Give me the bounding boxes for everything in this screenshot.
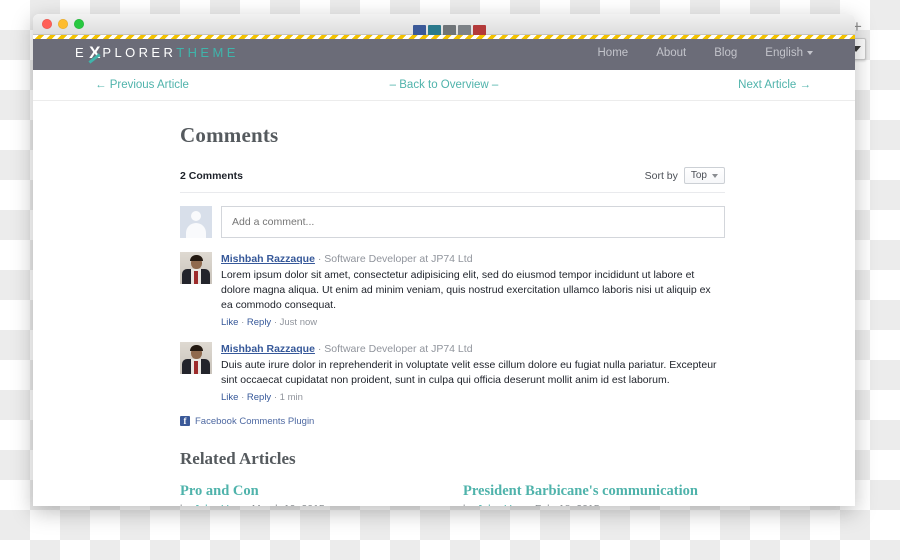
by-label: by — [463, 503, 474, 506]
comment-text: Lorem ipsum dolor sit amet, consectetur … — [221, 269, 711, 311]
comment-author-link[interactable]: Mishbah Razzaque — [221, 343, 315, 355]
related-article-item: Pro and Con by Jules Verne March 19, 201… — [180, 483, 463, 506]
comment-item: Mishbah Razzaque · Software Developer at… — [180, 341, 725, 403]
comment-timestamp: Just now — [279, 316, 318, 328]
comment-author-link[interactable]: Mishbah Razzaque — [221, 253, 315, 265]
comment-item: Mishbah Razzaque · Software Developer at… — [180, 252, 725, 328]
related-article-title[interactable]: Pro and Con — [180, 483, 463, 500]
avatar-placeholder-icon — [180, 206, 212, 238]
comments-count: 2 Comments — [180, 169, 244, 182]
comment-author-line: Mishbah Razzaque · Software Developer at… — [221, 252, 725, 266]
minimize-window-button[interactable] — [58, 19, 68, 29]
hazard-stripe-band — [33, 35, 855, 39]
chevron-down-icon — [712, 173, 718, 178]
window-controls[interactable] — [42, 19, 84, 29]
reply-link[interactable]: Reply — [247, 392, 271, 403]
comment-separator: · — [317, 253, 322, 265]
logo-text-theme: THEME — [176, 45, 239, 60]
comment-actions: Like · Reply · Just now — [221, 317, 725, 328]
by-label: by — [180, 503, 191, 506]
related-article-date: Feb. 18, 2015 — [535, 503, 600, 506]
main-navigation: Home About Blog English — [598, 47, 813, 59]
related-article-author[interactable]: Jules Verne — [194, 503, 249, 506]
avatar — [180, 252, 212, 284]
comment-timestamp: 1 min — [279, 391, 303, 403]
nav-item-about[interactable]: About — [656, 47, 686, 59]
comment-author-role: Software Developer at JP74 Ltd — [324, 253, 473, 265]
maximize-window-button[interactable] — [74, 19, 84, 29]
comments-toolbar: 2 Comments Sort by Top — [180, 167, 725, 193]
sort-selected-value: Top — [690, 170, 707, 181]
site-header: E X PLORER THEME Home About Blog English — [33, 35, 855, 70]
related-articles-heading: Related Articles — [180, 448, 296, 468]
related-article-title[interactable]: President Barbicane's communication — [463, 483, 755, 500]
logo-text-plorer: PLORER — [102, 45, 177, 60]
logo-letter-x: X — [89, 42, 101, 62]
comment-author-line: Mishbah Razzaque · Software Developer at… — [221, 342, 725, 356]
sort-control: Sort by Top — [645, 167, 725, 184]
sort-by-label: Sort by — [644, 169, 678, 182]
language-label: English — [765, 46, 803, 59]
facebook-icon: f — [180, 416, 190, 427]
page-content: Comments 2 Comments Sort by Top Add a co… — [33, 101, 855, 506]
back-to-overview-wrapper: – Back to Overview – — [33, 79, 855, 91]
nav-item-language[interactable]: English — [765, 47, 813, 59]
related-article-date: March 19, 2015 — [252, 503, 325, 506]
facebook-plugin-footer[interactable]: f Facebook Comments Plugin — [180, 416, 725, 427]
close-window-button[interactable] — [42, 19, 52, 29]
like-link[interactable]: Like — [221, 317, 238, 328]
chevron-down-icon — [807, 50, 813, 55]
add-comment-input[interactable] — [221, 206, 725, 238]
comment-text: Duis aute irure dolor in reprehenderit i… — [221, 359, 717, 386]
facebook-comments-plugin: 2 Comments Sort by Top Add a comment... … — [180, 167, 725, 427]
nav-item-home[interactable]: Home — [598, 47, 629, 59]
related-article-meta: by Jules Verne Feb. 18, 2015 — [463, 503, 755, 506]
facebook-plugin-label: Facebook Comments Plugin — [195, 415, 315, 427]
comment-body: Mishbah Razzaque · Software Developer at… — [221, 342, 725, 403]
comments-heading: Comments — [180, 123, 279, 147]
article-navigation: ← Previous Article – Back to Overview – … — [33, 70, 855, 101]
back-to-overview-link[interactable]: – Back to Overview – — [390, 79, 499, 91]
comment-body: Mishbah Razzaque · Software Developer at… — [221, 252, 725, 328]
reply-link[interactable]: Reply — [247, 317, 271, 328]
avatar — [180, 341, 212, 374]
related-article-meta: by Jules Verne March 19, 2015 — [180, 503, 463, 506]
logo-letter-e: E — [75, 45, 88, 60]
like-link[interactable]: Like — [221, 392, 238, 403]
comment-author-role: Software Developer at JP74 Ltd — [324, 342, 473, 355]
related-article-author[interactable]: Jules Verne — [477, 503, 532, 506]
sort-dropdown[interactable]: Top — [683, 167, 725, 184]
related-article-item: President Barbicane's communication by J… — [463, 483, 755, 506]
nav-item-blog[interactable]: Blog — [714, 47, 737, 59]
comment-actions: Like · Reply · 1 min — [221, 392, 725, 403]
browser-window: E X PLORER THEME Home About Blog English… — [33, 14, 855, 506]
site-logo[interactable]: E X PLORER THEME — [75, 43, 239, 63]
comment-composer — [180, 206, 725, 238]
comment-separator: · — [317, 342, 322, 355]
related-articles-grid: Pro and Con by Jules Verne March 19, 201… — [180, 483, 755, 506]
